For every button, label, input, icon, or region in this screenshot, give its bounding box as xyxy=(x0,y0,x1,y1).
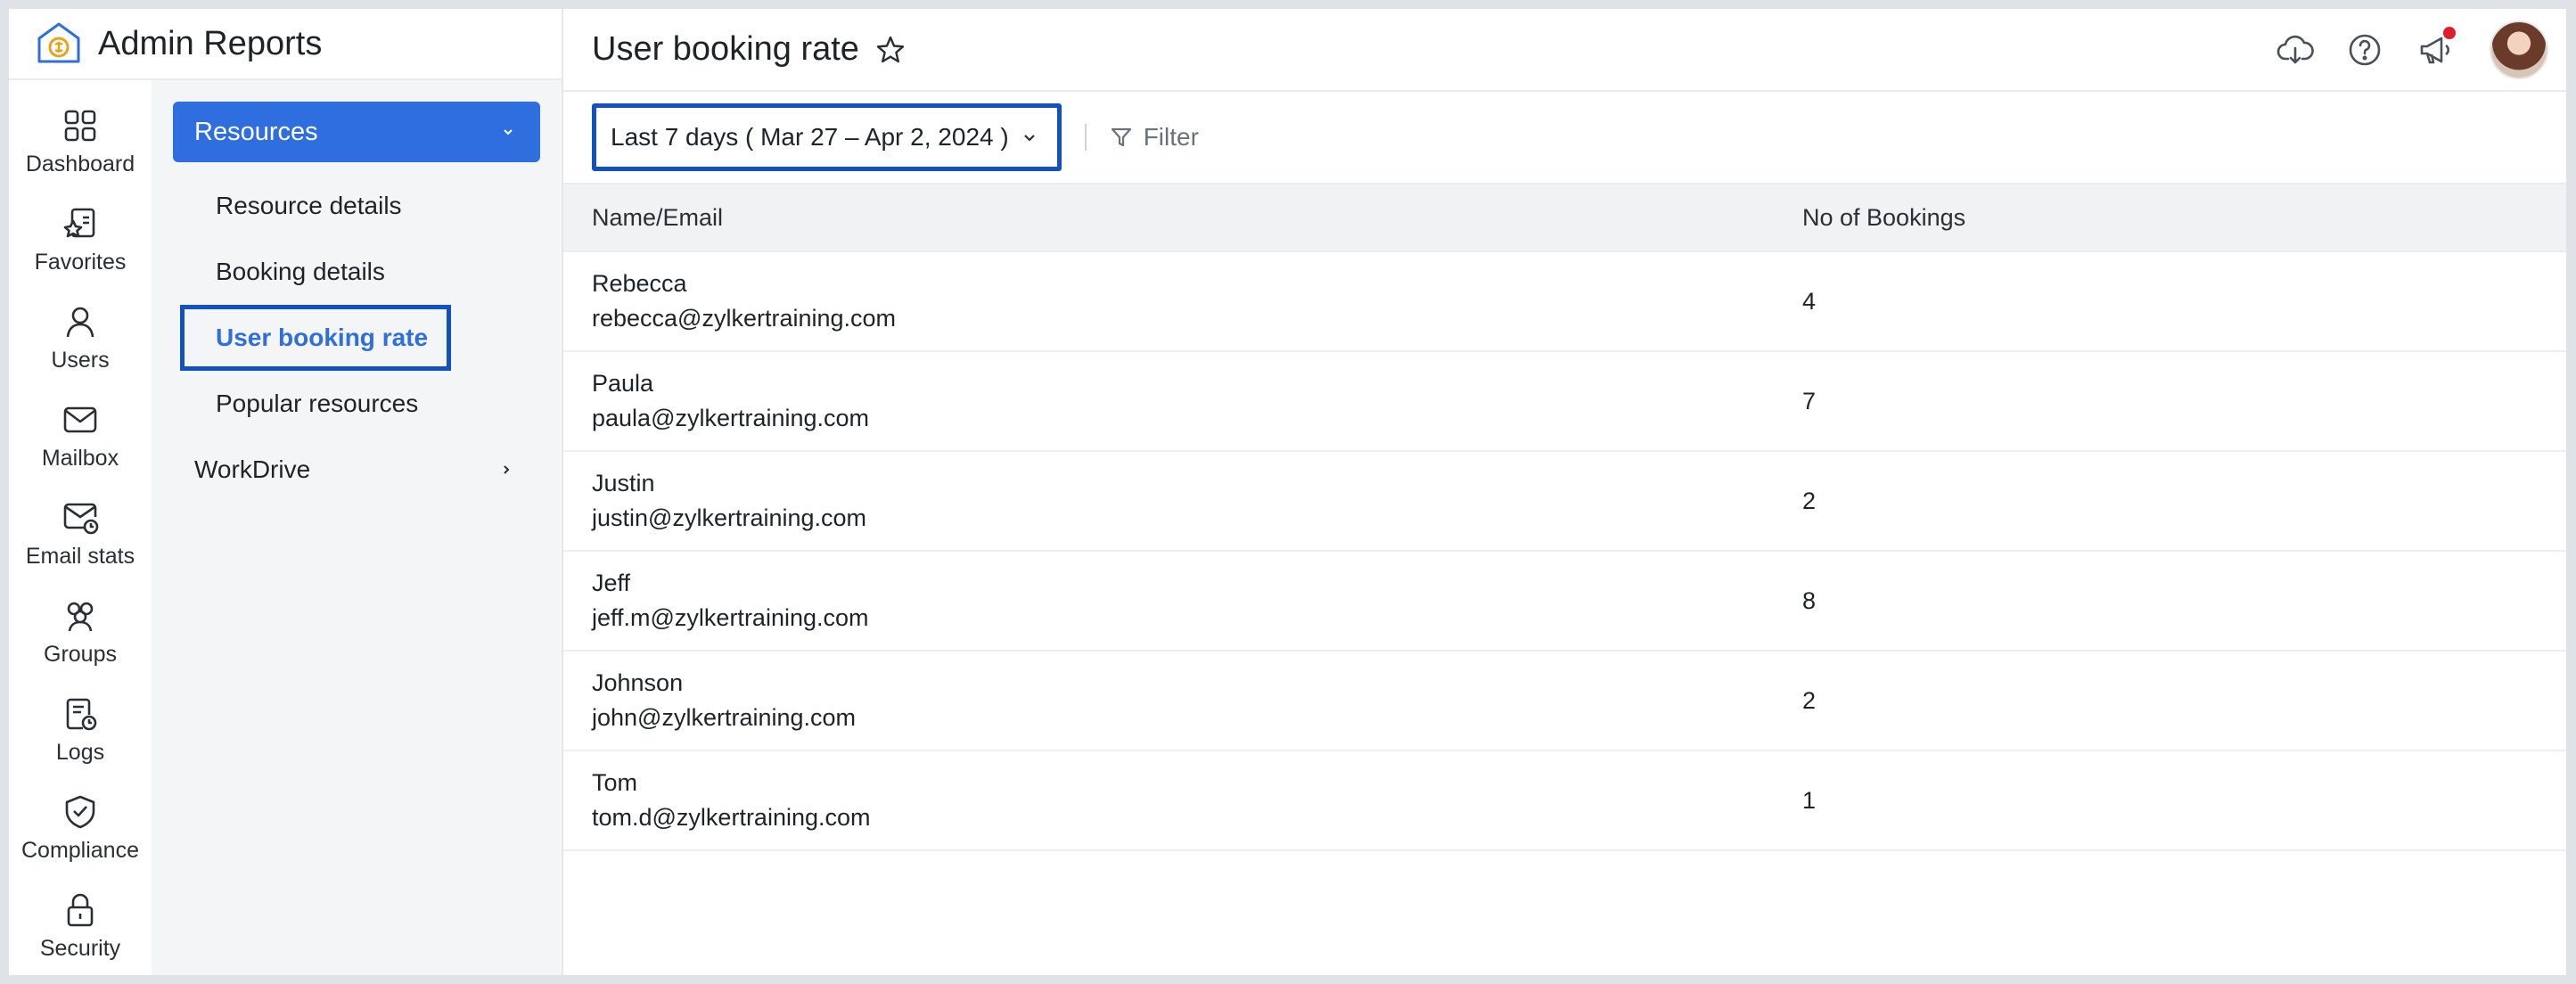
user-email: john@zylkertraining.com xyxy=(592,704,857,731)
rail-label: Users xyxy=(51,347,110,373)
rail-label: Email stats xyxy=(25,543,135,569)
date-range-select[interactable]: Last 7 days ( Mar 27 – Apr 2, 2024 ) xyxy=(592,103,1062,171)
groups-icon xyxy=(67,602,94,631)
star-icon[interactable] xyxy=(875,35,906,65)
rail-item-groups[interactable]: Groups xyxy=(9,583,152,681)
rail-label: Compliance xyxy=(21,837,139,863)
table-row[interactable]: Jeff jeff.m@zylkertraining.com 8 xyxy=(563,552,2566,652)
user-cell: Paula paula@zylkertraining.com xyxy=(563,366,1802,436)
user-name: Johnson xyxy=(592,669,684,696)
app-window: Admin Reports Dashboard Favorites Users … xyxy=(9,9,2566,975)
section-label: Resources xyxy=(194,117,318,146)
section-resources[interactable]: Resources xyxy=(173,102,540,162)
rail-label: Logs xyxy=(55,739,105,765)
rail-label: Security xyxy=(39,935,121,961)
table-row[interactable]: Rebecca rebecca@zylkertraining.com 4 xyxy=(563,252,2566,352)
table-row[interactable]: Johnson john@zylkertraining.com 2 xyxy=(563,652,2566,751)
rail-label: Mailbox xyxy=(41,445,119,471)
rail-item-users[interactable]: Users xyxy=(9,289,152,387)
cloud-download-icon[interactable] xyxy=(2276,30,2315,70)
left-panel: Admin Reports Dashboard Favorites Users … xyxy=(9,9,563,975)
brand: Admin Reports xyxy=(9,9,562,80)
report-toolbar: Last 7 days ( Mar 27 – Apr 2, 2024 ) Fil… xyxy=(563,92,2566,184)
rail-label: Dashboard xyxy=(25,151,135,176)
user-icon xyxy=(66,307,94,337)
filter-label: Filter xyxy=(1143,123,1199,151)
lock-icon xyxy=(67,893,94,926)
dashboard-icon xyxy=(64,110,96,141)
help-icon[interactable] xyxy=(2345,30,2384,70)
user-email: jeff.m@zylkertraining.com xyxy=(592,604,869,631)
filter-button[interactable]: Filter xyxy=(1110,123,1199,152)
submenu-item-popular-resources[interactable]: Popular resources xyxy=(173,371,540,437)
app-title: Admin Reports xyxy=(98,24,323,62)
user-email: rebecca@zylkertraining.com xyxy=(592,305,897,332)
submenu-item-user-booking-rate[interactable]: User booking rate xyxy=(180,305,451,371)
booking-count: 1 xyxy=(1802,786,1817,814)
rail-label: Groups xyxy=(44,641,117,667)
booking-count: 4 xyxy=(1802,287,1817,315)
table-row[interactable]: Paula paula@zylkertraining.com 7 xyxy=(563,352,2566,452)
table-header: Name/Email No of Bookings xyxy=(563,184,2566,252)
avatar[interactable] xyxy=(2490,20,2548,79)
user-cell: Tom tom.d@zylkertraining.com xyxy=(563,766,1802,835)
user-name: Rebecca xyxy=(592,270,687,297)
user-cell: Johnson john@zylkertraining.com xyxy=(563,666,1802,735)
user-email: justin@zylkertraining.com xyxy=(592,504,867,531)
user-name: Paula xyxy=(592,370,654,397)
rail-item-favorites[interactable]: Favorites xyxy=(9,191,152,289)
user-cell: Rebecca rebecca@zylkertraining.com xyxy=(563,266,1802,336)
logs-icon xyxy=(66,698,97,730)
submenu-item-resource-details[interactable]: Resource details xyxy=(173,173,540,239)
rail-label: Favorites xyxy=(34,249,127,275)
rail-item-security[interactable]: Security xyxy=(9,877,152,975)
section-workdrive[interactable]: WorkDrive xyxy=(173,437,540,503)
mailbox-icon xyxy=(63,406,97,432)
column-header-name[interactable]: Name/Email xyxy=(563,204,1802,232)
table-body: Rebecca rebecca@zylkertraining.com 4 Pau… xyxy=(563,252,2566,851)
booking-count: 2 xyxy=(1802,686,1817,714)
rail-item-compliance[interactable]: Compliance xyxy=(9,779,152,877)
admin-reports-logo-icon xyxy=(37,22,80,63)
user-name: Jeff xyxy=(592,570,631,596)
page-title: User booking rate xyxy=(592,30,859,68)
chevron-down-icon xyxy=(504,129,513,135)
rail-item-mailbox[interactable]: Mailbox xyxy=(9,387,152,485)
user-name: Justin xyxy=(592,470,655,496)
column-header-bookings[interactable]: No of Bookings xyxy=(1802,204,2566,232)
user-cell: Jeff jeff.m@zylkertraining.com xyxy=(563,566,1802,636)
top-bar: User booking rate xyxy=(563,9,2566,92)
notification-dot xyxy=(2443,26,2456,39)
booking-table: Name/Email No of Bookings Rebecca rebecc… xyxy=(563,184,2566,851)
section-label: WorkDrive xyxy=(194,455,311,483)
email-stats-icon xyxy=(63,503,99,534)
main-content: User booking rate Last 7 days (Mar 27 –… xyxy=(563,9,2566,975)
table-row[interactable]: Tom tom.d@zylkertraining.com 1 xyxy=(563,751,2566,851)
booking-count: 7 xyxy=(1802,387,1817,414)
chevron-right-icon xyxy=(504,465,510,474)
user-cell: Justin justin@zylkertraining.com xyxy=(563,466,1802,536)
user-email: tom.d@zylkertraining.com xyxy=(592,804,871,831)
rail-item-dashboard[interactable]: Dashboard xyxy=(9,93,152,191)
date-range-label: Last 7 days ( Mar 27 – Apr 2, 2024 ) xyxy=(611,123,1009,151)
nav-rail: Dashboard Favorites Users Mailbox Email … xyxy=(9,80,152,975)
user-email: paula@zylkertraining.com xyxy=(592,405,870,431)
chevron-down-icon xyxy=(1023,135,1035,142)
divider xyxy=(1084,124,1087,151)
submenu: Resources Resource details Booking detai… xyxy=(152,80,562,975)
table-row[interactable]: Justin justin@zylkertraining.com 2 xyxy=(563,452,2566,552)
rail-item-logs[interactable]: Logs xyxy=(9,681,152,779)
favorites-icon xyxy=(63,208,95,237)
filter-icon xyxy=(1111,127,1131,147)
submenu-item-booking-details[interactable]: Booking details xyxy=(173,239,540,305)
rail-item-email-stats[interactable]: Email stats xyxy=(9,485,152,583)
announcements-button[interactable] xyxy=(2415,26,2456,70)
shield-check-icon xyxy=(65,795,95,828)
user-name: Tom xyxy=(592,769,638,796)
booking-count: 2 xyxy=(1802,487,1817,514)
booking-count: 8 xyxy=(1802,586,1817,614)
